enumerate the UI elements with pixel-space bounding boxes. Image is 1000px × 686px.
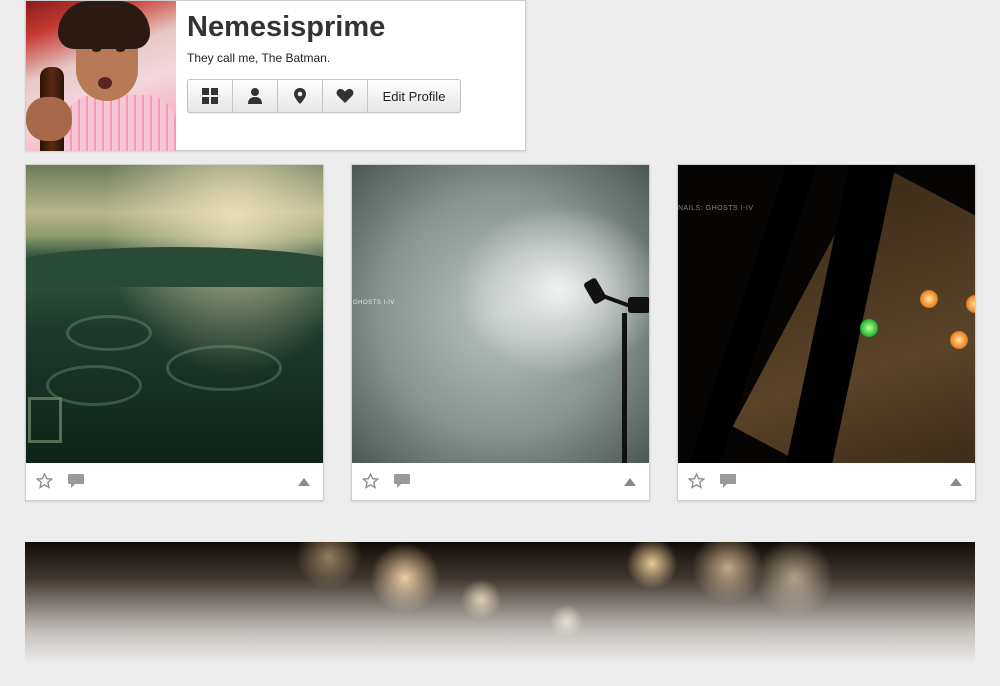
profile-card: Nemesisprime They call me, The Batman. E…: [25, 0, 526, 151]
photo-wave: [26, 247, 323, 287]
featured-photo-banner[interactable]: [25, 542, 975, 686]
avatar-mouth: [98, 77, 112, 89]
avatar-eye-right: [116, 47, 125, 52]
star-icon[interactable]: [688, 473, 705, 489]
avatar-shirt: [64, 95, 176, 151]
comment-icon[interactable]: [393, 473, 411, 489]
post-card: NAILS: GHOSTS I-IV: [677, 164, 976, 501]
avatar[interactable]: [26, 1, 176, 151]
post-card: [25, 164, 324, 501]
profile-bio: They call me, The Batman.: [187, 51, 331, 65]
avatar-eye-left: [92, 47, 101, 52]
post-photo-ocean[interactable]: [26, 165, 323, 463]
triangle-up-icon[interactable]: [949, 477, 963, 487]
photo-swirl: [166, 345, 282, 391]
photo-swirl: [66, 315, 152, 351]
favorites-button[interactable]: [323, 80, 368, 112]
star-icon[interactable]: [362, 473, 379, 489]
comment-icon[interactable]: [719, 473, 737, 489]
profile-username: Nemesisprime: [187, 11, 386, 43]
comment-icon[interactable]: [67, 473, 85, 489]
map-pin-icon: [294, 88, 306, 104]
post-actions: [678, 463, 975, 500]
triangle-up-icon[interactable]: [623, 477, 637, 487]
photo-lamp-pole: [622, 313, 627, 463]
triangle-up-icon[interactable]: [297, 477, 311, 487]
edit-profile-button[interactable]: Edit Profile: [368, 80, 460, 112]
post-photo-streetlight[interactable]: GHOSTS I-IV: [352, 165, 649, 463]
avatar-hair: [58, 1, 150, 49]
heart-icon: [336, 88, 354, 103]
photo-logo-mark: [28, 397, 62, 443]
profile-view-button[interactable]: [233, 80, 278, 112]
photo-caption: NAILS: GHOSTS I-IV: [678, 205, 754, 212]
photo-lamp-head: [628, 297, 649, 313]
star-icon[interactable]: [36, 473, 53, 489]
grid-icon: [202, 88, 218, 104]
photo-orange-light: [950, 331, 968, 349]
photo-lamp-head: [582, 277, 608, 305]
photo-orange-light: [920, 290, 938, 308]
post-card: GHOSTS I-IV: [351, 164, 650, 501]
post-photo-lights[interactable]: NAILS: GHOSTS I-IV: [678, 165, 975, 463]
photo-caption: GHOSTS I-IV: [353, 300, 395, 306]
post-actions: [352, 463, 649, 500]
photo-green-light: [860, 319, 878, 337]
post-actions: [26, 463, 323, 500]
profile-toolbar: Edit Profile: [187, 79, 461, 113]
location-button[interactable]: [278, 80, 323, 112]
person-icon: [248, 88, 262, 104]
grid-view-button[interactable]: [188, 80, 233, 112]
avatar-hand: [26, 97, 72, 141]
